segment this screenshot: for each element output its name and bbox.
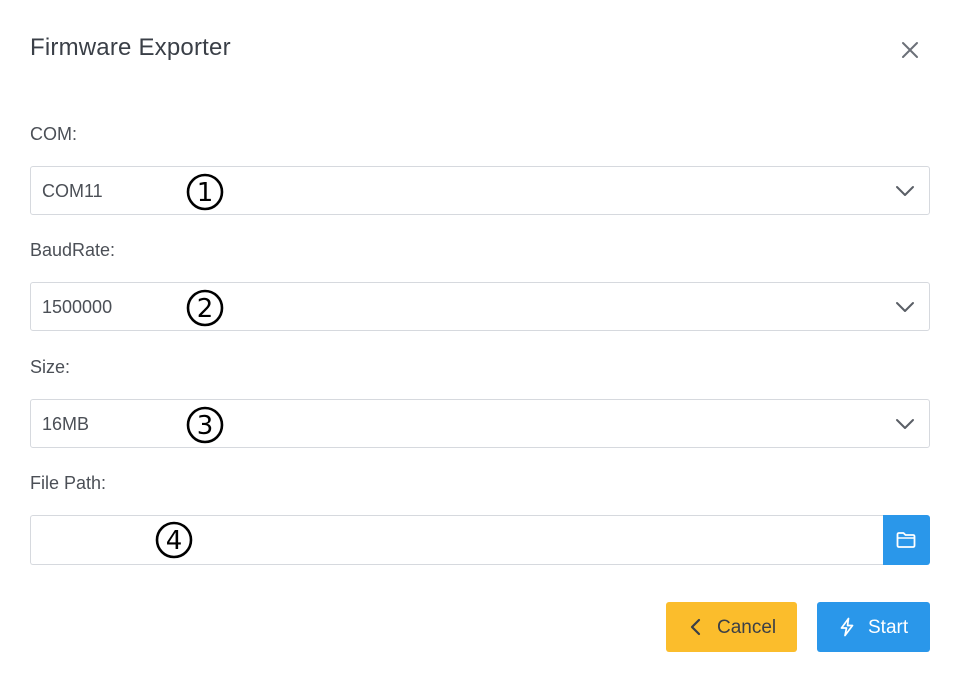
chevron-down-icon bbox=[896, 302, 914, 312]
lightning-icon bbox=[840, 617, 854, 637]
start-button-label: Start bbox=[868, 617, 909, 638]
svg-text:1: 1 bbox=[197, 178, 214, 208]
start-button[interactable]: Start bbox=[817, 602, 930, 652]
file-path-input[interactable] bbox=[30, 515, 884, 565]
svg-text:2: 2 bbox=[197, 294, 214, 324]
close-button[interactable] bbox=[896, 36, 924, 64]
chevron-down-icon bbox=[896, 186, 914, 196]
folder-icon bbox=[896, 532, 916, 548]
com-label: COM: bbox=[30, 124, 77, 144]
cancel-button-label: Cancel bbox=[717, 617, 777, 638]
marker-2: 2 bbox=[186, 289, 224, 327]
chevron-left-icon bbox=[690, 618, 701, 636]
browse-folder-button[interactable] bbox=[883, 515, 930, 565]
baudrate-label: BaudRate: bbox=[30, 240, 116, 260]
marker-1: 1 bbox=[186, 173, 224, 211]
marker-3: 3 bbox=[186, 406, 224, 444]
size-select-value: 16MB bbox=[42, 414, 90, 434]
close-icon bbox=[902, 42, 918, 58]
cancel-button[interactable]: Cancel bbox=[666, 602, 797, 652]
svg-text:3: 3 bbox=[197, 411, 214, 441]
firmware-exporter-dialog: Firmware Exporter COM: COM11 1 BaudRate:… bbox=[0, 0, 956, 687]
file-path-label: File Path: bbox=[30, 473, 107, 493]
baudrate-select[interactable]: 1500000 2 bbox=[30, 282, 930, 331]
chevron-down-icon bbox=[896, 419, 914, 429]
baudrate-select-value: 1500000 bbox=[42, 297, 113, 317]
dialog-title: Firmware Exporter bbox=[30, 34, 231, 61]
com-select-value: COM11 bbox=[42, 181, 103, 201]
size-select[interactable]: 16MB 3 bbox=[30, 399, 930, 448]
size-label: Size: bbox=[30, 357, 71, 377]
com-select[interactable]: COM11 1 bbox=[30, 166, 930, 215]
